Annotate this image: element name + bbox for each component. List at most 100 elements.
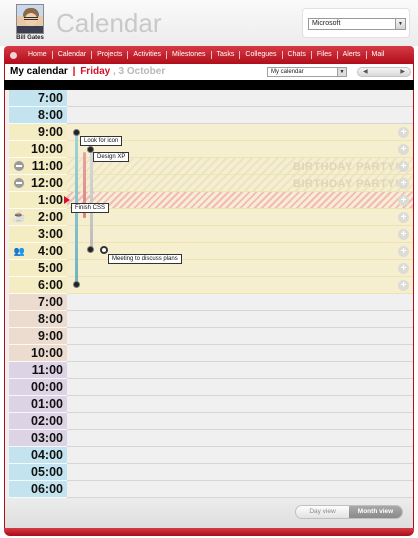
company-select-value: Microsoft [312,20,341,27]
hour-label: 6:00 [9,277,67,294]
add-event-icon[interactable]: + [398,178,409,189]
nav-item-activities[interactable]: Activities [128,51,168,59]
nav-item-home[interactable]: Home [23,51,53,59]
hour-row: 05:00 [5,464,413,481]
time-slot[interactable]: + [67,277,413,294]
nav-item-projects[interactable]: Projects [92,51,129,59]
hour-label: 3:00 [9,226,67,243]
time-slot[interactable] [67,481,413,498]
time-slot[interactable] [67,447,413,464]
calendar-title: My calendar [10,66,68,77]
hour-label: 02:00 [9,413,67,430]
hour-label: 04:00 [9,447,67,464]
nav-item-milestones[interactable]: Milestones [167,51,212,59]
current-day: Friday [80,66,111,77]
hour-row: 01:00 [5,396,413,413]
titlebar-divider [4,80,414,90]
hour-label: 10:00 [9,345,67,362]
hour-label: 01:00 [9,396,67,413]
time-slot[interactable] [67,362,413,379]
hour-row: 4:00 👥 + [5,243,413,260]
add-event-icon[interactable]: + [398,246,409,257]
month-view-button[interactable]: Month view [349,506,402,518]
add-event-icon[interactable]: + [398,229,409,240]
day-view-button[interactable]: Day view [296,506,349,518]
time-slot[interactable]: + [67,226,413,243]
hour-label: 05:00 [9,464,67,481]
event-end-dot[interactable] [87,246,94,253]
birthday-party-event[interactable]: BIRTHDAY PARTY! [293,161,399,173]
event-start-dot[interactable] [73,129,80,136]
nav-item-collegues[interactable]: Collegues [240,51,283,59]
app-header: Bill Gates Calendar Microsoft ▼ [0,0,418,46]
add-event-icon[interactable]: + [398,280,409,291]
hour-label: 7:00 [9,294,67,311]
time-slot[interactable] [67,430,413,447]
coffee-cup-icon: ☕ [12,211,26,223]
nav-item-chats[interactable]: Chats [283,51,312,59]
add-event-icon[interactable]: + [398,263,409,274]
event-end-dot[interactable] [73,281,80,288]
hour-label: 5:00 [9,260,67,277]
hour-label: 1:00 [9,192,67,209]
time-slot[interactable] [67,396,413,413]
add-event-icon[interactable]: + [398,212,409,223]
hour-row: 00:00 [5,379,413,396]
user-profile[interactable]: Bill Gates [13,4,47,44]
time-slot[interactable] [67,464,413,481]
day-schedule: 7:00 8:00 9:00 + 10:00 + 11:00 + 12:00 +… [4,90,414,498]
hour-label: 7:00 [9,90,67,107]
avatar[interactable] [16,4,44,34]
event-finish-css[interactable]: Finish CSS [71,203,110,213]
user-name: Bill Gates [16,35,44,41]
time-slot[interactable] [67,107,413,124]
event-meeting[interactable]: Meeting to discuss plans [108,254,182,264]
birthday-party-event[interactable]: BIRTHDAY PARTY! [293,178,399,190]
avatar-glasses [24,17,38,20]
chevron-down-icon[interactable]: ▼ [395,19,405,29]
time-slot[interactable] [67,413,413,430]
hour-row: 7:00 [5,90,413,107]
arrow-left-icon[interactable]: ◀ [363,68,368,76]
time-slot[interactable] [67,90,413,107]
time-slot[interactable] [67,311,413,328]
add-event-icon[interactable]: + [398,144,409,155]
nav-item-calendar[interactable]: Calendar [53,51,93,59]
hour-row: 11:00 [5,362,413,379]
app-title: Calendar [56,8,162,38]
time-slot[interactable] [67,379,413,396]
time-slot[interactable] [67,345,413,362]
hour-row: 3:00 + [5,226,413,243]
add-event-icon[interactable]: + [398,161,409,172]
add-event-icon[interactable]: + [398,195,409,206]
chevron-down-icon[interactable]: ▼ [337,68,346,76]
event-look-for-icon[interactable]: Look for icon [80,136,123,146]
company-select[interactable]: Microsoft ▼ [308,18,406,30]
current-time-marker [64,196,70,204]
main-nav: Home Calendar Projects Activities Milest… [4,46,414,64]
time-slot[interactable] [67,294,413,311]
hour-row: 06:00 [5,481,413,498]
hour-label: 03:00 [9,430,67,447]
nav-item-files[interactable]: Files [312,51,338,59]
calendar-view-value: My calendar [271,69,304,75]
event-track-finish-css [90,149,93,249]
time-slot-current[interactable]: + [67,192,413,209]
nav-item-mail[interactable]: Mail [367,51,390,59]
add-event-icon[interactable]: + [398,127,409,138]
time-slot[interactable] [67,328,413,345]
hour-row: 9:00 [5,328,413,345]
hour-row: 04:00 [5,447,413,464]
view-toggle: Day view Month view [295,505,403,519]
event-start-dot[interactable] [100,246,108,254]
time-slot[interactable]: + [67,209,413,226]
hour-row: 9:00 + [5,124,413,141]
calendar-view-select[interactable]: My calendar ▼ [267,67,347,77]
event-design-xp[interactable]: Design XP [93,152,130,162]
nav-item-tasks[interactable]: Tasks [212,51,241,59]
nav-item-alerts[interactable]: Alerts [338,51,367,59]
busy-icon [12,178,26,189]
hour-row: 10:00 [5,345,413,362]
hour-row: 8:00 [5,311,413,328]
arrow-right-icon[interactable]: ▶ [400,68,405,76]
